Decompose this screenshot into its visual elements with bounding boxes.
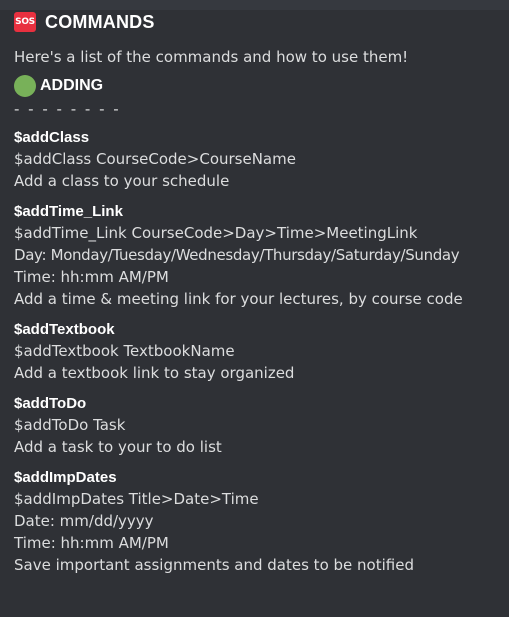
command-time-format: Time: hh:mm AM/PM	[14, 534, 169, 552]
command-description: Save important assignments and dates to …	[14, 556, 414, 574]
sos-icon: SOS	[14, 12, 36, 32]
command-name: $addTime_Link	[14, 203, 123, 220]
command-block: $addTextbook $addTextbook TextbookName A…	[14, 320, 509, 384]
command-name: $addClass	[14, 129, 90, 146]
command-block: $addClass $addClass CourseCode>CourseNam…	[14, 128, 509, 192]
command-usage: $addTextbook TextbookName	[14, 342, 235, 360]
section-title: ADDING	[40, 77, 104, 94]
green-circle-icon	[14, 75, 36, 97]
embed-description: Here's a list of the commands and how to…	[14, 48, 409, 66]
command-time-format: Time: hh:mm AM/PM	[14, 268, 169, 286]
command-usage: $addClass CourseCode>CourseName	[14, 150, 296, 168]
embed-header: SOS COMMANDS	[14, 10, 509, 34]
embed-title: COMMANDS	[45, 11, 155, 32]
section-header: ADDING	[14, 74, 509, 98]
commands-embed: SOS COMMANDS Here's a list of the comman…	[0, 10, 509, 617]
command-date-format: Date: mm/dd/yyyy	[14, 512, 154, 530]
command-block: $addToDo $addToDo Task Add a task to you…	[14, 394, 509, 458]
command-description: Add a textbook link to stay organized	[14, 364, 295, 382]
command-description: Add a task to your to do list	[14, 438, 222, 456]
command-usage: $addTime_Link CourseCode>Day>Time>Meetin…	[14, 224, 418, 242]
command-block: $addTime_Link $addTime_Link CourseCode>D…	[14, 202, 509, 310]
command-name: $addToDo	[14, 395, 87, 412]
command-day-format: Day: Monday/Tuesday/Wednesday/Thursday/S…	[14, 246, 460, 264]
command-description: Add a time & meeting link for your lectu…	[14, 290, 463, 308]
command-name: $addImpDates	[14, 469, 117, 486]
command-usage: $addToDo Task	[14, 416, 126, 434]
command-block: $addImpDates $addImpDates Title>Date>Tim…	[14, 468, 509, 576]
section-divider: - - - - - - - -	[14, 100, 121, 118]
command-usage: $addImpDates Title>Date>Time	[14, 490, 259, 508]
command-name: $addTextbook	[14, 321, 115, 338]
command-description: Add a class to your schedule	[14, 172, 230, 190]
